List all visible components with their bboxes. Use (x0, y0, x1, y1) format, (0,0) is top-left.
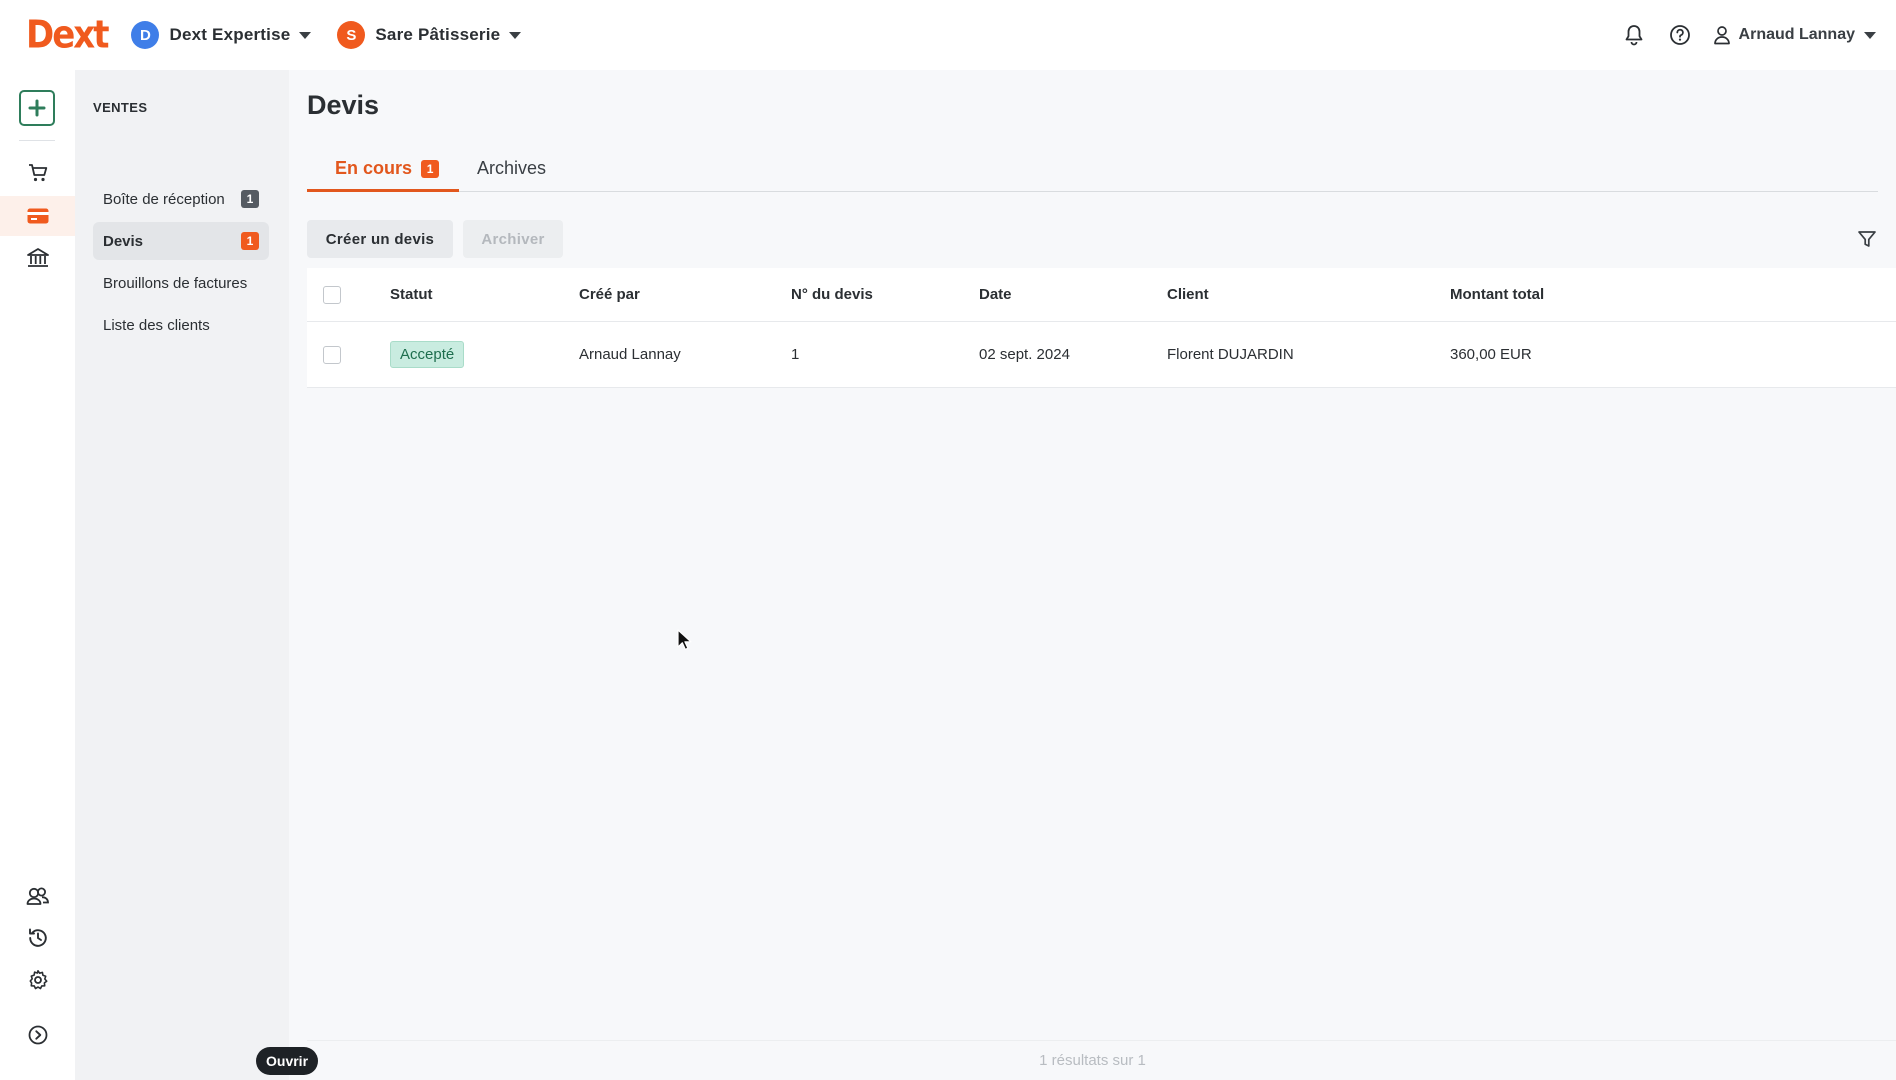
quote-number-cell: 1 (791, 346, 800, 363)
results-count: 1 résultats sur 1 (1039, 1052, 1146, 1069)
sidebar-item-label: Brouillons de factures (103, 274, 248, 292)
count-badge: 1 (241, 190, 259, 208)
cart-icon[interactable] (0, 153, 75, 193)
sidebar-item-label: Boîte de réception (103, 190, 225, 208)
select-all-checkbox[interactable] (323, 285, 341, 304)
count-badge: 1 (241, 232, 259, 250)
client-name: Sare Pâtisserie (375, 25, 501, 44)
select-all-cell (323, 268, 341, 321)
sidebar-item-invoice-drafts[interactable]: Brouillons de factures (93, 264, 269, 302)
tab-archives[interactable]: Archives (477, 154, 597, 192)
top-bar: Dext D Dext Expertise S Sare Pâtisserie … (0, 0, 1896, 70)
sales-sidebar: VENTES Boîte de réception 1 Devis 1 Brou… (75, 70, 289, 1080)
top-right-actions: Arnaud Lannay (1601, 0, 1876, 70)
status-cell: Accepté (390, 322, 465, 387)
filter-icon[interactable] (1854, 226, 1880, 252)
chevron-down-icon (1864, 31, 1876, 39)
user-name: Arnaud Lannay (1738, 26, 1855, 43)
user-icon (1713, 26, 1730, 45)
column-header[interactable]: Client (1167, 268, 1209, 321)
icon-rail (0, 70, 75, 1080)
tab-label: En cours (335, 158, 413, 178)
bank-icon[interactable] (0, 238, 75, 278)
tab-bar: En cours 1 Archives (307, 154, 1878, 192)
column-header[interactable]: Montant total (1450, 268, 1544, 321)
section-title: VENTES (93, 100, 148, 115)
contacts-icon[interactable] (0, 876, 75, 916)
history-icon[interactable] (0, 918, 75, 958)
page-title: Devis (307, 90, 380, 120)
chevron-down-icon (299, 31, 312, 39)
mouse-cursor-icon (677, 629, 693, 656)
client-cell: Florent DUJARDIN (1167, 346, 1294, 363)
user-menu[interactable]: Arnaud Lannay (1713, 25, 1876, 45)
plus-icon (28, 99, 46, 117)
gear-icon[interactable] (0, 960, 75, 1000)
status-badge: Accepté (390, 341, 465, 368)
bell-icon[interactable] (1621, 22, 1647, 48)
client-avatar: S (337, 21, 366, 49)
amount-cell: 360,00 EUR (1450, 346, 1532, 363)
column-header[interactable]: Date (979, 268, 1012, 321)
row-select-cell (323, 322, 341, 387)
sidebar-item-label: Liste des clients (103, 316, 210, 334)
table-row[interactable]: Accepté Arnaud Lannay 1 02 sept. 2024 Fl… (307, 322, 1896, 388)
row-checkbox[interactable] (323, 345, 341, 364)
quotes-table: Statut Créé par N° du devis Date Client … (307, 268, 1896, 388)
column-header[interactable]: N° du devis (791, 268, 873, 321)
column-header[interactable]: Créé par (579, 268, 640, 321)
help-icon[interactable] (1667, 22, 1693, 48)
chevron-down-icon (509, 31, 522, 39)
count-badge: 1 (421, 160, 440, 178)
expand-sidebar-icon[interactable] (0, 1015, 75, 1055)
rail-divider (19, 140, 55, 141)
tab-in-progress[interactable]: En cours 1 (307, 154, 459, 192)
created-by-cell: Arnaud Lannay (579, 346, 681, 363)
sidebar-item-clients[interactable]: Liste des clients (93, 306, 269, 344)
archive-button[interactable]: Archiver (463, 220, 563, 258)
dext-logo[interactable]: Dext (26, 13, 109, 58)
create-quote-button[interactable]: Créer un devis (307, 220, 453, 258)
sidebar-item-label: Devis (103, 232, 144, 250)
main-content: Devis En cours 1 Archives Créer un devis… (289, 70, 1896, 1080)
table-header: Statut Créé par N° du devis Date Client … (307, 268, 1896, 322)
sidebar-item-inbox[interactable]: Boîte de réception 1 (93, 180, 269, 218)
sidebar-item-quotes[interactable]: Devis 1 (93, 222, 269, 260)
practice-avatar: D (131, 21, 160, 49)
practice-switcher[interactable]: D Dext Expertise (131, 21, 312, 49)
add-button[interactable] (19, 90, 55, 126)
client-switcher[interactable]: S Sare Pâtisserie (337, 21, 522, 49)
column-header[interactable]: Statut (390, 268, 433, 321)
card-icon[interactable] (0, 196, 75, 236)
tab-label: Archives (477, 158, 547, 178)
open-tooltip: Ouvrir (256, 1047, 319, 1075)
practice-name: Dext Expertise (169, 25, 291, 44)
date-cell: 02 sept. 2024 (979, 346, 1070, 363)
footer-divider (307, 1040, 1896, 1041)
